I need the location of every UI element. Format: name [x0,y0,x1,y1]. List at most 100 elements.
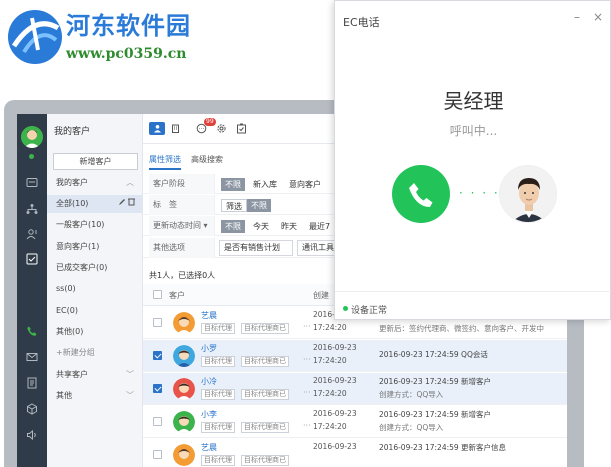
filter-label: 客户阶段 [149,174,215,194]
row-checkbox[interactable] [153,417,162,426]
filter-option[interactable]: 筛选 [221,199,247,212]
customer-name[interactable]: 小罗 [201,343,217,354]
nav-item-intent[interactable]: 意向客户(1) [47,238,142,256]
filter-option[interactable]: 最近7 [305,220,334,233]
tab-attribute-filter[interactable]: 属性筛选 [149,154,181,170]
customer-name[interactable]: 小冷 [201,376,217,387]
customer-name[interactable]: 艺晨 [201,310,217,321]
created-time: 17:24:20 [313,356,347,365]
activity-detail: 创建方式：QQ导入 [379,390,444,399]
activity-text: 2016-09-23 17:24:59 QQ会话 [379,350,488,359]
row-checkbox[interactable] [153,384,162,393]
nav-item-ss[interactable]: ss(0) [47,280,142,298]
nav-item-label: 其他 [56,391,72,400]
chevron-up-icon: ︿ [126,178,134,187]
customer-tag: 目标代理商已 [241,323,289,334]
contact-name: 吴经理 [443,89,504,113]
more-icon[interactable]: ··· [303,322,311,331]
table-row[interactable]: 艺晨 目标代理 目标代理商已 2016-09-23 2016-09-23 17:… [143,439,567,467]
tab-advanced-search[interactable]: 高级搜索 [191,154,223,165]
row-checkbox[interactable] [153,318,162,327]
nav-item-label: +新建分组 [56,348,95,357]
row-checkbox[interactable] [153,351,162,360]
add-customer-button[interactable]: 新增客户 [53,153,138,170]
nav-group-others[interactable]: 其他 ﹀ [47,387,142,405]
more-icon[interactable]: ··· [303,388,311,397]
nav-item-label: 我的客户 [56,178,88,187]
filter-option[interactable]: 新入库 [249,178,281,191]
watermark-title: 河东软件园 [66,11,191,40]
org-icon[interactable] [25,202,39,216]
table-row[interactable]: 小罗 目标代理 目标代理商已 ··· 2016-09-23 17:24:20 2… [143,340,567,372]
dropdown-value: 是否有销售计划 [224,243,280,252]
select-all-checkbox[interactable] [153,290,162,299]
phone-icon[interactable] [25,324,39,338]
mail-icon[interactable] [25,350,39,364]
person-view-button[interactable] [149,122,165,135]
nav-item-closed[interactable]: 已成交客户(0) [47,259,142,277]
table-row[interactable]: 小李 目标代理 目标代理商已 ··· 2016-09-23 17:24:20 2… [143,406,567,438]
nav-item-other[interactable]: 其他(0) [47,323,142,341]
edit-icon[interactable] [118,198,136,206]
created-time: 17:24:20 [313,323,347,332]
col-created: 创建 [313,291,329,300]
phone-icon [409,183,433,207]
filter-option[interactable]: 意向客户 [285,178,325,191]
watermark-url: www.pc0359.cn [66,46,187,62]
nav-title: 我的客户 [54,127,91,137]
device-status-bar: 设备正常 [335,291,611,321]
created-date: 2016-09-23 [313,343,357,352]
window-title: EC电话 [343,16,380,29]
row-checkbox[interactable] [153,450,162,459]
filter-option[interactable]: 不限 [247,199,271,212]
user-avatar[interactable] [21,126,43,148]
edit-delete-icons[interactable] [118,195,136,213]
nav-item-label: EC(0) [56,306,78,315]
customer-tag: 目标代理 [201,422,235,433]
contacts-icon[interactable] [25,227,39,241]
more-icon[interactable]: ··· [303,421,311,430]
nav-item-label: 共享客户 [56,370,88,379]
customer-tag: 目标代理 [201,389,235,400]
chat-icon[interactable] [25,176,39,190]
filter-option[interactable]: 昨天 [277,220,301,233]
call-button[interactable] [392,165,450,223]
speaker-icon[interactable] [25,428,39,442]
customer-name[interactable]: 艺晨 [201,442,217,453]
filter-option[interactable]: 不限 [221,178,245,191]
document-icon[interactable] [25,376,39,390]
left-rail [17,114,47,467]
customer-avatar [173,312,195,334]
dropdown-value: 通讯工具 [302,243,334,252]
filter-label: 标 签 [149,195,215,215]
device-status-text: 设备正常 [351,306,388,316]
nav-group-shared[interactable]: 共享客户 ﹀ [47,366,142,384]
more-icon[interactable]: ··· [303,355,311,364]
new-group-link[interactable]: +新建分组 [47,344,142,362]
settings-button[interactable] [213,122,229,135]
filter-option[interactable]: 不限 [221,220,245,233]
created-date: 2016-09-23 [313,409,357,418]
cube-icon[interactable] [25,402,39,416]
tasks-button[interactable] [233,122,249,135]
filter-option[interactable]: 今天 [249,220,273,233]
company-view-button[interactable] [167,122,183,135]
nav-group-my-customers[interactable]: 我的客户 ︿ [47,174,142,192]
sales-plan-dropdown[interactable]: 是否有销售计划 [219,240,293,256]
nav-item-all[interactable]: 全部(10) [47,195,142,213]
activity-text: 2016-09-23 17:24:59 更新客户信息 [379,443,507,452]
customers-icon[interactable] [25,252,39,266]
customer-name[interactable]: 小李 [201,409,217,420]
contact-avatar [499,165,557,223]
created-time: 17:24:20 [313,389,347,398]
nav-item-ec[interactable]: EC(0) [47,302,142,320]
close-button[interactable]: × [593,10,603,24]
device-status-dot [343,306,348,311]
customer-tag: 目标代理商已 [241,356,289,367]
minimize-button[interactable]: – [574,10,580,24]
table-row[interactable]: 小冷 目标代理 目标代理商已 ··· 2016-09-23 17:24:20 2… [143,373,567,405]
nav-item-normal[interactable]: 一般客户(10) [47,216,142,234]
created-time: 17:24:20 [313,422,347,431]
building-icon [171,124,179,133]
person-icon [153,125,161,133]
